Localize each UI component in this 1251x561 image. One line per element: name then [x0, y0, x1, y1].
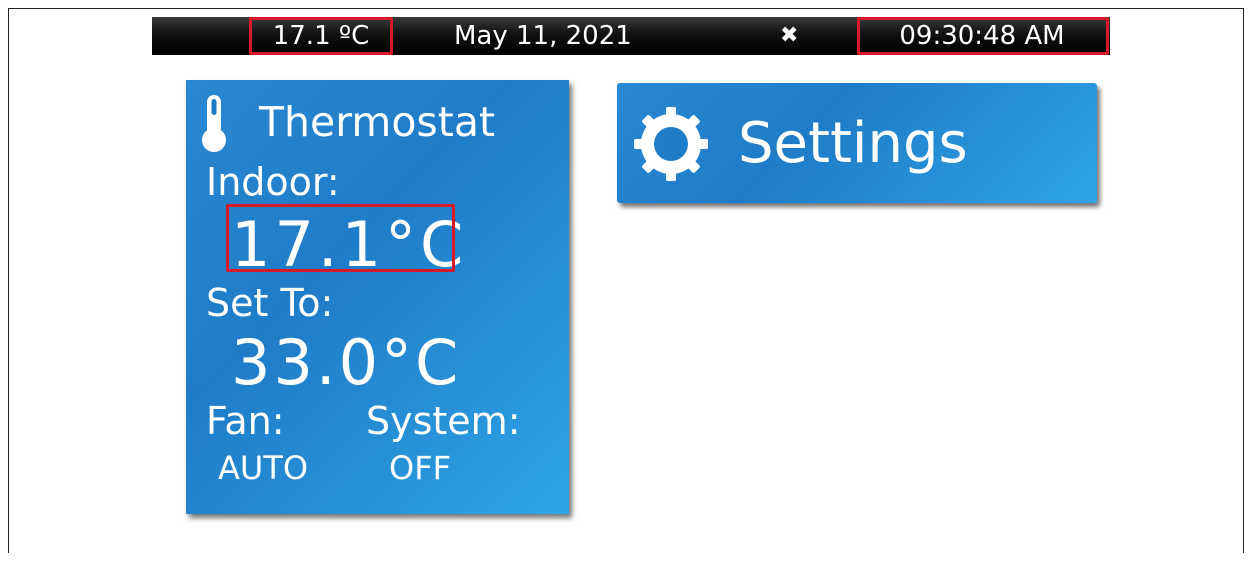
settings-label: Settings — [738, 111, 968, 176]
gear-icon — [634, 107, 708, 181]
settings-button[interactable]: Settings — [617, 83, 1097, 203]
temperature-highlight — [249, 17, 393, 55]
status-date: May 11, 2021 — [454, 21, 632, 51]
time-highlight — [857, 17, 1109, 55]
set-to-label: Set To: — [206, 281, 334, 325]
fan-label: Fan: — [206, 399, 285, 443]
indoor-label: Indoor: — [206, 160, 340, 204]
thermostat-title: Thermostat — [259, 98, 496, 146]
thermometer-icon — [202, 95, 226, 152]
system-mode-value: OFF — [389, 449, 451, 487]
set-to-temperature: 33.0°C — [231, 326, 462, 399]
fan-mode-value: AUTO — [218, 449, 309, 487]
indoor-temperature-highlight — [226, 204, 455, 272]
fan-status-icon: ✖ — [780, 23, 799, 48]
system-label: System: — [366, 399, 521, 443]
thermostat-tile[interactable]: Thermostat Indoor: 17.1°C Set To: 33.0°C… — [186, 80, 569, 514]
